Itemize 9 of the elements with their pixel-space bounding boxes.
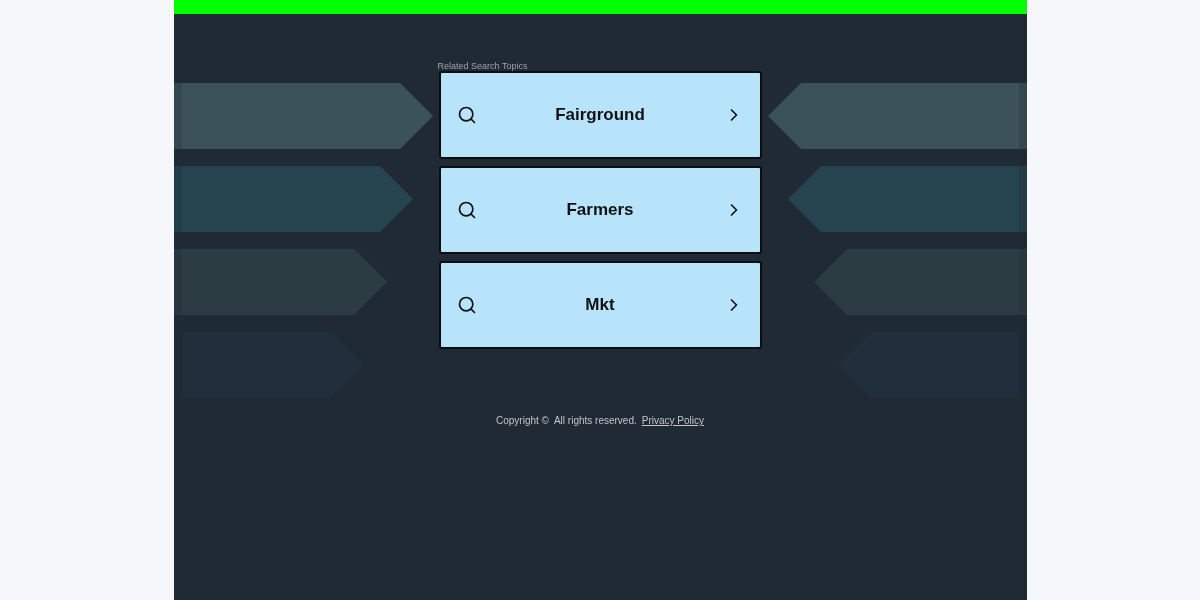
search-icon — [456, 295, 477, 315]
search-topic-button[interactable]: Farmers — [438, 166, 762, 254]
section-heading: Related Search Topics — [437, 61, 528, 71]
search-topic-button[interactable]: Fairground — [438, 71, 762, 159]
search-topic-button[interactable]: Mkt — [438, 261, 762, 349]
copyright-text: Copyright © All rights reserved. — [496, 415, 637, 427]
search-icon — [456, 200, 477, 220]
privacy-policy-link[interactable]: Privacy Policy — [641, 415, 704, 427]
search-icon — [456, 105, 477, 125]
